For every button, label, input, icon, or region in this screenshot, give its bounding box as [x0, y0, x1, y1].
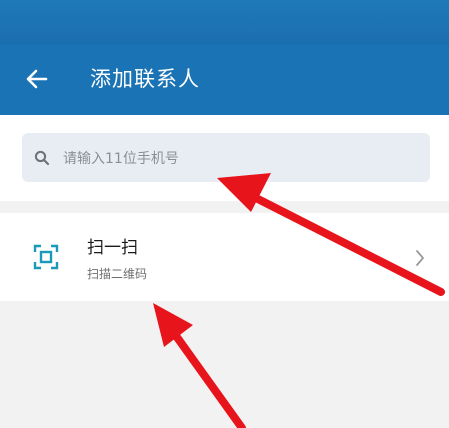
scan-qr-row[interactable]: 扫一扫 扫描二维码 — [0, 213, 449, 301]
search-icon — [34, 149, 52, 167]
search-panel: 请输入11位手机号 — [0, 115, 449, 201]
back-arrow-icon — [26, 69, 48, 89]
status-bar — [0, 0, 449, 44]
qr-scan-icon — [33, 244, 59, 270]
chevron-right-icon — [416, 250, 424, 266]
app-bar: 添加联系人 — [0, 44, 449, 115]
annotation-arrow-scan — [153, 303, 246, 428]
search-input[interactable]: 请输入11位手机号 — [22, 133, 430, 182]
scan-subtitle: 扫描二维码 — [87, 267, 148, 281]
scan-title: 扫一扫 — [87, 238, 138, 258]
page-title: 添加联系人 — [90, 67, 200, 91]
back-button[interactable] — [20, 62, 54, 96]
search-placeholder: 请输入11位手机号 — [63, 150, 179, 167]
